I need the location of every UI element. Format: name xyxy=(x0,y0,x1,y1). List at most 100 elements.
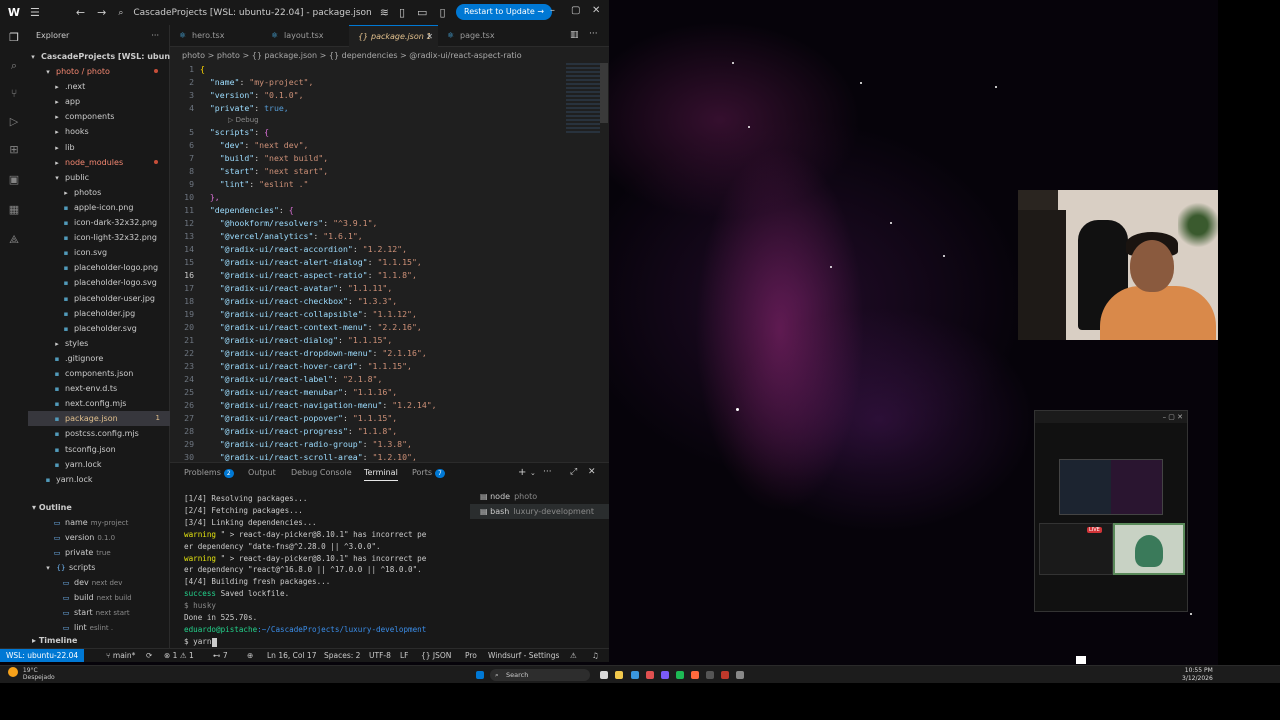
extensions-icon[interactable]: ⊞ xyxy=(7,143,21,157)
panel-tab-debug-console[interactable]: Debug Console xyxy=(291,468,352,477)
tree-item[interactable]: ▸ app xyxy=(28,94,170,109)
encoding[interactable]: UTF-8 xyxy=(369,649,391,662)
ports-indicator[interactable]: ⊷ 7 xyxy=(213,649,228,662)
code-line[interactable]: 20 "@radix-ui/react-context-menu": "2.2.… xyxy=(170,321,600,334)
code-line[interactable]: 22 "@radix-ui/react-dropdown-menu": "2.1… xyxy=(170,347,600,360)
code-line[interactable]: 12 "@hookform/resolvers": "^3.9.1", xyxy=(170,217,600,230)
windsurf-taskbar-icon[interactable] xyxy=(706,671,714,679)
tree-item[interactable]: ▸ styles xyxy=(28,336,170,351)
minimize-icon[interactable]: – xyxy=(550,5,555,16)
code-line[interactable]: 7 "build": "next build", xyxy=(170,152,600,165)
tree-item[interactable]: ▪ placeholder.jpg xyxy=(28,306,170,321)
app-icon[interactable] xyxy=(721,671,729,679)
edge-icon[interactable] xyxy=(631,671,639,679)
outline-item[interactable]: ▭ build next build xyxy=(28,590,170,605)
tree-item[interactable]: ▸ hooks xyxy=(28,124,170,139)
tree-item[interactable]: ▸ lib xyxy=(28,140,170,155)
tree-item[interactable]: ▪ yarn.lock xyxy=(28,457,170,472)
terminal-instance[interactable]: ▤ node photo xyxy=(470,489,609,504)
floating-preview-window[interactable]: – ▢ ✕ LIVE xyxy=(1034,410,1188,664)
tree-item[interactable]: ▪ apple-icon.png xyxy=(28,200,170,215)
taskbar-search[interactable]: ⌕ Search xyxy=(490,669,590,681)
app-icon[interactable] xyxy=(661,671,669,679)
search-icon[interactable]: ⌕ xyxy=(118,8,123,18)
menu-icon[interactable]: ☰ xyxy=(30,6,40,19)
maximize-icon[interactable]: ▢ xyxy=(571,5,580,16)
panel-tab-terminal[interactable]: Terminal xyxy=(364,468,398,481)
tree-item[interactable]: ▪ package.json 1 xyxy=(28,411,170,427)
code-line[interactable]: 21 "@radix-ui/react-dialog": "1.1.15", xyxy=(170,334,600,347)
tab-page[interactable]: ⚛ page.tsx xyxy=(438,25,520,47)
plan-indicator[interactable]: Pro xyxy=(465,649,477,662)
tree-item[interactable]: ▪ placeholder-logo.png xyxy=(28,260,170,275)
sync-icon[interactable]: ⟳ xyxy=(146,649,152,662)
task-view-icon[interactable] xyxy=(600,671,608,679)
split-editor-icon[interactable]: ▥ xyxy=(570,30,579,40)
tree-item[interactable]: ▸ components xyxy=(28,109,170,124)
outline-item[interactable]: ▭ start next start xyxy=(28,605,170,620)
code-line[interactable]: 2 "name": "my-project", xyxy=(170,76,600,89)
grid-icon[interactable]: ▦ xyxy=(7,203,21,217)
more-actions-icon[interactable]: ··· xyxy=(589,29,598,39)
panel-tab-problems[interactable]: Problems 2 xyxy=(184,468,234,478)
search-icon[interactable]: ⌕ xyxy=(7,59,21,73)
preview-window-controls[interactable]: – ▢ ✕ xyxy=(1035,411,1187,423)
code-line[interactable]: 3 "version": "0.1.0", xyxy=(170,89,600,102)
code-line[interactable]: 26 "@radix-ui/react-navigation-menu": "1… xyxy=(170,399,600,412)
tree-item[interactable]: ▪ icon-light-32x32.png xyxy=(28,230,170,245)
tree-item[interactable]: ▸ .next xyxy=(28,79,170,94)
tab-layout[interactable]: ⚛ layout.tsx xyxy=(262,25,349,47)
restart-to-update-button[interactable]: Restart to Update → xyxy=(456,4,553,20)
problems-indicator[interactable]: ⊗ 1 ⚠ 1 xyxy=(164,649,194,662)
timeline-header[interactable]: ▸ Timeline xyxy=(28,633,170,648)
code-line[interactable]: 8 "start": "next start", xyxy=(170,165,600,178)
line-ending[interactable]: LF xyxy=(400,649,409,662)
minimap[interactable] xyxy=(566,63,600,133)
branch-indicator[interactable]: ⑂ main* xyxy=(106,649,135,662)
panel-tab-output[interactable]: Output xyxy=(248,468,276,477)
clock[interactable]: 10:55 PM 3/12/2026 xyxy=(1182,667,1213,683)
tree-item[interactable]: ▾ photo / photo xyxy=(28,64,170,79)
editor-scrollbar[interactable] xyxy=(600,63,608,123)
code-line[interactable]: 13 "@vercel/analytics": "1.6.1", xyxy=(170,230,600,243)
toggle-secondary-sidebar-icon[interactable]: ▯ xyxy=(439,6,445,19)
cursor-position[interactable]: Ln 16, Col 17 xyxy=(267,649,316,662)
app-icon[interactable] xyxy=(691,671,699,679)
outline-header[interactable]: ▾ Outline xyxy=(28,500,170,515)
code-line[interactable]: 23 "@radix-ui/react-hover-card": "1.1.15… xyxy=(170,360,600,373)
remote-indicator[interactable]: WSL: ubuntu-22.04 xyxy=(0,649,85,662)
tree-item[interactable]: ▸ node_modules xyxy=(28,155,170,170)
toggle-sidebar-icon[interactable]: ▯ xyxy=(399,6,405,19)
code-line[interactable]: 11 "dependencies": { xyxy=(170,204,600,217)
tree-item[interactable]: ▪ placeholder.svg xyxy=(28,321,170,336)
app-icon[interactable] xyxy=(646,671,654,679)
code-line[interactable]: 10 }, xyxy=(170,191,600,204)
start-icon[interactable] xyxy=(476,671,484,679)
code-line[interactable]: 29 "@radix-ui/react-radio-group": "1.3.8… xyxy=(170,438,600,451)
preview-thumbnail-screen[interactable] xyxy=(1059,459,1163,515)
tree-item[interactable]: ▪ next-env.d.ts xyxy=(28,381,170,396)
outline-item[interactable]: ▾ {} scripts xyxy=(28,560,170,575)
tree-item[interactable]: ▾ public xyxy=(28,170,170,185)
code-line[interactable]: 6 "dev": "next dev", xyxy=(170,139,600,152)
new-terminal-icon[interactable]: + xyxy=(518,467,526,478)
tree-item[interactable]: ▪ icon-dark-32x32.png xyxy=(28,215,170,230)
code-line[interactable]: 9 "lint": "eslint ." xyxy=(170,178,600,191)
source-control-icon[interactable]: ⑂ xyxy=(7,87,21,101)
workspace-root[interactable]: ▾ CascadeProjects [WSL: ubuntu-2... xyxy=(28,49,170,64)
code-line[interactable]: 1{ xyxy=(170,63,600,76)
code-line[interactable]: 28 "@radix-ui/react-progress": "1.1.8", xyxy=(170,425,600,438)
code-line[interactable]: 4 "private": true, xyxy=(170,102,600,115)
debug-codelens[interactable]: ▷ Debug xyxy=(228,115,259,125)
indentation[interactable]: Spaces: 2 xyxy=(324,649,360,662)
code-line[interactable]: 19 "@radix-ui/react-collapsible": "1.1.1… xyxy=(170,308,600,321)
tree-item[interactable]: ▪ tsconfig.json xyxy=(28,442,170,457)
settings-icon[interactable] xyxy=(736,671,744,679)
tree-item[interactable]: ▪ yarn.lock xyxy=(28,472,170,487)
zoom-icon[interactable]: ⊕ xyxy=(247,649,253,662)
preview-thumbnail-stream[interactable] xyxy=(1039,523,1113,664)
tree-item[interactable]: ▪ .gitignore xyxy=(28,351,170,366)
maximize-panel-icon[interactable]: ⤢ xyxy=(570,467,577,477)
breadcrumb[interactable]: photo > photo > {} package.json > {} dep… xyxy=(170,48,609,63)
tree-item[interactable]: ▪ icon.svg xyxy=(28,245,170,260)
